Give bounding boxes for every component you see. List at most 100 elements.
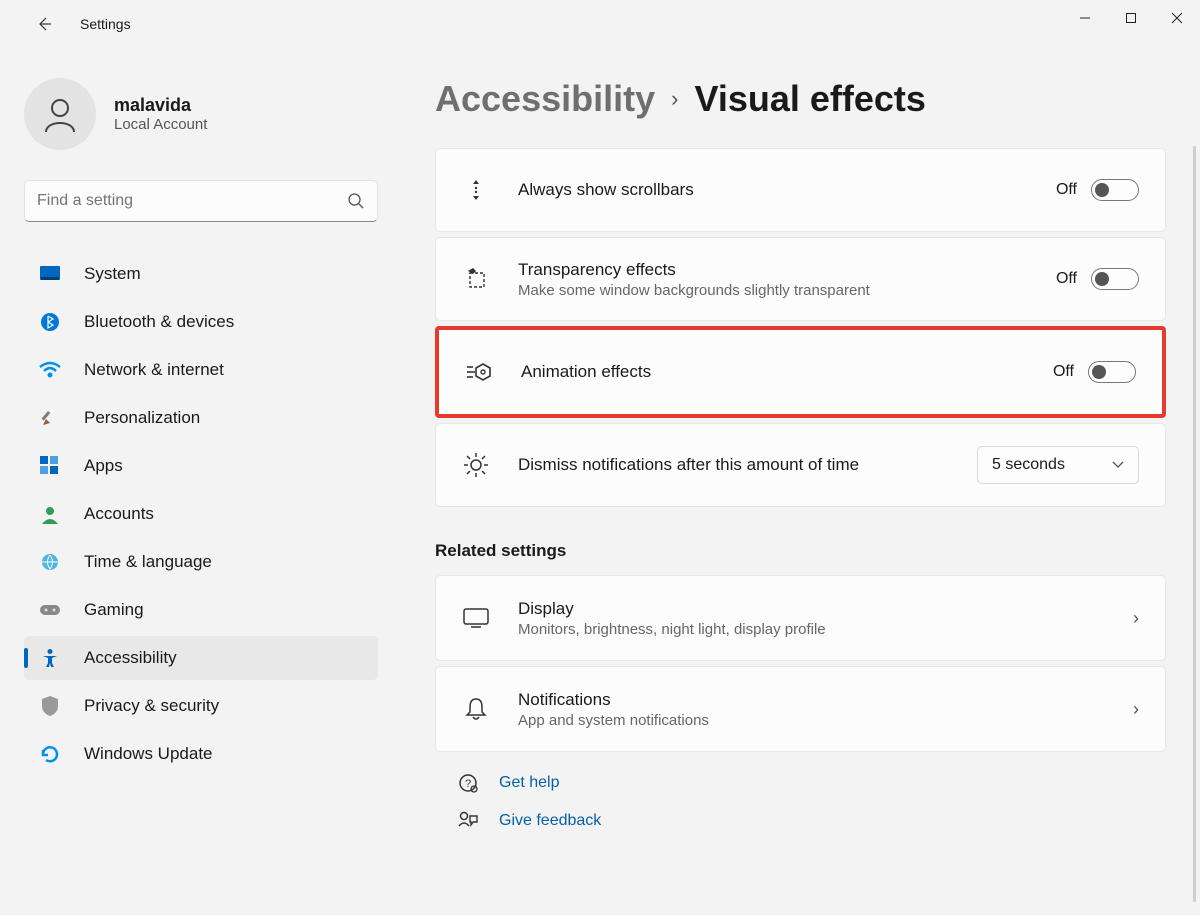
toggle-animation[interactable] [1088,361,1136,383]
sidebar-item-accounts[interactable]: Accounts [24,492,378,536]
close-button[interactable] [1154,0,1200,36]
bluetooth-icon [38,310,62,334]
sidebar-item-label: Bluetooth & devices [84,312,234,332]
setting-title: Notifications [518,690,1133,710]
breadcrumb: Accessibility › Visual effects [435,78,1166,120]
chevron-right-icon: › [671,86,678,112]
feedback-icon [457,810,479,832]
svg-text:?: ? [465,778,471,790]
sidebar: malavida Local Account System Bluetooth … [0,48,385,832]
setting-title: Display [518,599,1133,619]
avatar [24,78,96,150]
maximize-icon [1125,12,1137,24]
setting-title: Dismiss notifications after this amount … [518,455,977,475]
paintbrush-icon [38,406,62,430]
chevron-right-icon: › [1133,699,1139,720]
sidebar-item-bluetooth[interactable]: Bluetooth & devices [24,300,378,344]
sidebar-item-accessibility[interactable]: Accessibility [24,636,378,680]
monitor-icon [38,262,62,286]
accessibility-icon [38,646,62,670]
toggle-state: Off [1056,270,1077,288]
setting-scrollbars[interactable]: Always show scrollbars Off [435,148,1166,232]
sidebar-item-personalization[interactable]: Personalization [24,396,378,440]
transparency-icon [462,265,490,293]
dropdown-value: 5 seconds [992,456,1065,474]
help-icon: ? [457,772,479,794]
link-text: Get help [499,774,559,792]
sidebar-item-label: Network & internet [84,360,224,380]
notification-timeout-dropdown[interactable]: 5 seconds [977,446,1139,484]
sidebar-item-time[interactable]: Time & language [24,540,378,584]
breadcrumb-parent[interactable]: Accessibility [435,78,655,120]
account-block[interactable]: malavida Local Account [24,68,385,150]
main-content: Accessibility › Visual effects Always sh… [385,48,1200,832]
setting-subtitle: Make some window backgrounds slightly tr… [518,282,1056,299]
scrollbar[interactable] [1193,146,1196,902]
related-settings-header: Related settings [435,541,1166,561]
sidebar-item-label: Apps [84,456,123,476]
person-icon [40,94,80,134]
animation-icon [465,358,493,386]
apps-icon [38,454,62,478]
feedback-link[interactable]: Give feedback [457,810,1166,832]
setting-subtitle: Monitors, brightness, night light, displ… [518,621,1133,638]
search-input[interactable] [37,192,347,210]
window-controls [1062,0,1200,36]
get-help-link[interactable]: ? Get help [457,772,1166,794]
update-icon [38,742,62,766]
help-links: ? Get help Give feedback [435,772,1166,832]
minimize-button[interactable] [1062,0,1108,36]
sidebar-item-gaming[interactable]: Gaming [24,588,378,632]
sidebar-item-label: Gaming [84,600,144,620]
setting-notification-timeout[interactable]: Dismiss notifications after this amount … [435,423,1166,507]
toggle-state: Off [1053,363,1074,381]
display-icon [462,604,490,632]
sidebar-item-update[interactable]: Windows Update [24,732,378,776]
search-box[interactable] [24,180,378,222]
toggle-transparency[interactable] [1091,268,1139,290]
shield-icon [38,694,62,718]
back-button[interactable] [24,4,64,44]
sidebar-item-system[interactable]: System [24,252,378,296]
clock-globe-icon [38,550,62,574]
link-text: Give feedback [499,812,601,830]
setting-transparency[interactable]: Transparency effects Make some window ba… [435,237,1166,321]
setting-title: Always show scrollbars [518,180,1056,200]
account-name: malavida [114,95,207,116]
sidebar-item-privacy[interactable]: Privacy & security [24,684,378,728]
setting-title: Animation effects [521,362,1053,382]
minimize-icon [1079,12,1091,24]
account-type: Local Account [114,116,207,133]
bell-icon [462,695,490,723]
highlight-box: Animation effects Off [435,326,1166,418]
related-display[interactable]: Display Monitors, brightness, night ligh… [435,575,1166,661]
toggle-scrollbars[interactable] [1091,179,1139,201]
sidebar-item-label: Accessibility [84,648,177,668]
sidebar-item-network[interactable]: Network & internet [24,348,378,392]
arrow-left-icon [35,15,53,33]
setting-animation[interactable]: Animation effects Off [439,330,1162,414]
chevron-down-icon [1112,461,1124,469]
search-icon [347,192,365,210]
maximize-button[interactable] [1108,0,1154,36]
sidebar-item-apps[interactable]: Apps [24,444,378,488]
sidebar-item-label: Privacy & security [84,696,219,716]
sidebar-item-label: Personalization [84,408,200,428]
sidebar-nav: System Bluetooth & devices Network & int… [24,252,385,776]
scrollbars-icon [462,176,490,204]
brightness-icon [462,451,490,479]
setting-subtitle: App and system notifications [518,712,1133,729]
chevron-right-icon: › [1133,608,1139,629]
related-notifications[interactable]: Notifications App and system notificatio… [435,666,1166,752]
sidebar-item-label: Accounts [84,504,154,524]
gamepad-icon [38,598,62,622]
toggle-state: Off [1056,181,1077,199]
sidebar-item-label: System [84,264,141,284]
sidebar-item-label: Windows Update [84,744,213,764]
sidebar-item-label: Time & language [84,552,212,572]
setting-title: Transparency effects [518,260,1056,280]
breadcrumb-current: Visual effects [694,78,925,120]
close-icon [1171,12,1183,24]
app-title: Settings [80,16,131,32]
wifi-icon [38,358,62,382]
